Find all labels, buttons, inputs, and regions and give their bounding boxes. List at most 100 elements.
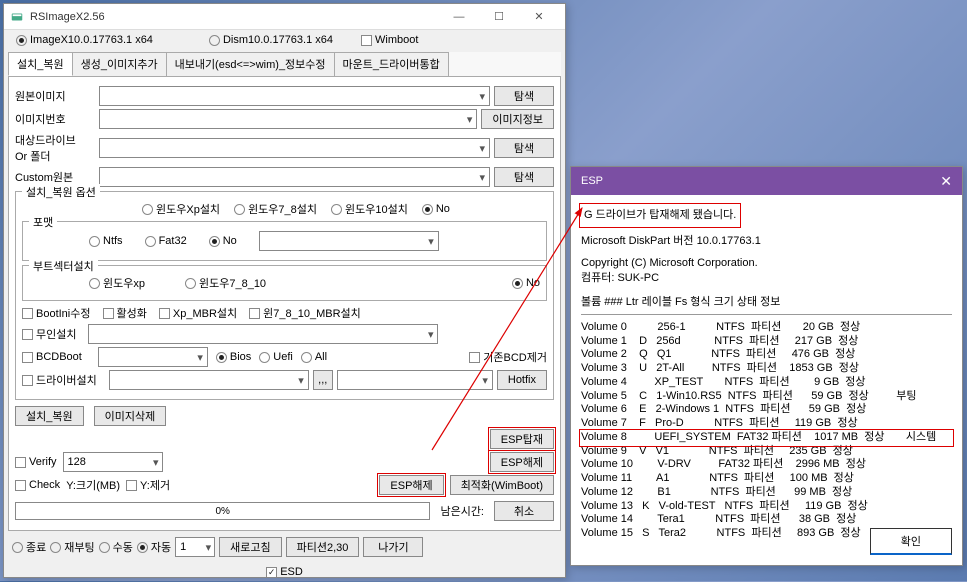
bcdboot-combo[interactable] <box>98 347 208 367</box>
install-btn[interactable]: 설치_복원 <box>15 406 84 426</box>
target-combo[interactable] <box>99 138 490 158</box>
auto-combo[interactable]: 1 <box>175 537 215 557</box>
tab-mount[interactable]: 마운트_드라이버통합 <box>334 52 449 76</box>
volume-row: Volume 4 XP_TEST NTFS 파티션 9 GB 정상 <box>581 376 952 390</box>
format-legend: 포맷 <box>29 214 57 230</box>
radio-bios[interactable]: Bios <box>216 351 251 363</box>
radio-manual[interactable]: 수동 <box>99 539 133 555</box>
tab-export[interactable]: 내보내기(esd<=>wim)_정보수정 <box>166 52 335 76</box>
espunmount-btn2[interactable]: ESP해제 <box>379 475 443 495</box>
radio-ntfs[interactable]: Ntfs <box>89 235 123 247</box>
volume-row: Volume 8 UEFI_SYSTEM FAT32 파티션 1017 MB 정… <box>581 431 952 445</box>
esp-body: G 드라이브가 탑재해제 됐습니다. Microsoft DiskPart 버전… <box>571 195 962 551</box>
close-button[interactable]: ✕ <box>519 4 559 30</box>
cb-activate[interactable]: 활성화 <box>103 305 147 321</box>
refresh-btn[interactable]: 새로고침 <box>219 537 281 557</box>
tab-body: 원본이미지 탐색 이미지번호 이미지정보 대상드라이브 Or 폴더 탐색 Cus… <box>8 77 561 531</box>
window-title: RSImageX2.56 <box>30 11 439 23</box>
volume-row: Volume 9 V V1 NTFS 파티션 235 GB 정상 <box>581 445 952 459</box>
partition-btn[interactable]: 파티션2,30 <box>286 537 360 557</box>
volume-row: Volume 7 F Pro-D NTFS 파티션 119 GB 정상 <box>581 417 952 431</box>
label-imgno: 이미지번호 <box>15 111 95 127</box>
copyright: Copyright (C) Microsoft Corporation. <box>581 256 952 271</box>
esp-close-button[interactable]: ✕ <box>940 173 952 190</box>
diskpart-version: Microsoft DiskPart 버전 10.0.17763.1 <box>581 234 952 249</box>
esp-titlebar: ESP ✕ <box>571 167 962 195</box>
cancel-btn[interactable]: 취소 <box>494 501 554 521</box>
optimize-btn[interactable]: 최적화(WimBoot) <box>450 475 554 495</box>
cb-bootini[interactable]: BootIni수정 <box>22 305 91 321</box>
cb-esd[interactable]: ESD <box>266 566 303 578</box>
cb-bcdremove[interactable]: 기존BCD제거 <box>469 349 547 365</box>
cb-yremove[interactable]: Y:제거 <box>126 477 170 493</box>
radio-auto[interactable]: 자동 <box>137 539 171 555</box>
bottom-row: 종료 재부팅 수동 자동 1 새로고침 파티션2,30 나가기 <box>4 535 565 563</box>
volume-row: Volume 11 A1 NTFS 파티션 100 MB 정상 <box>581 472 952 486</box>
espmount-btn[interactable]: ESP탑재 <box>490 429 554 449</box>
tab-install[interactable]: 설치_복원 <box>8 52 73 76</box>
computer: 컴퓨터: SUK-PC <box>581 271 952 286</box>
volume-row: Volume 13 K V-old-TEST NTFS 파티션 119 GB 정… <box>581 500 952 514</box>
custom-combo[interactable] <box>99 167 490 187</box>
ok-button[interactable]: 확인 <box>870 528 952 555</box>
src-browse[interactable]: 탐색 <box>494 86 554 106</box>
volume-row: Volume 6 E 2-Windows 1 NTFS 파티션 59 GB 정상 <box>581 403 952 417</box>
radio-bs-no[interactable]: No <box>512 277 540 289</box>
espunmount-btn[interactable]: ESP해제 <box>490 452 554 472</box>
options-legend: 설치_복원 옵션 <box>22 184 100 200</box>
tab-bar: 설치_복원 생성_이미지추가 내보내기(esd<=>wim)_정보수정 마운트_… <box>8 52 561 77</box>
cb-bcdboot[interactable]: BCDBoot <box>22 351 82 363</box>
imgdel-btn[interactable]: 이미지삭제 <box>94 406 167 426</box>
cb-noattend[interactable]: 무인설치 <box>22 326 76 342</box>
target-browse[interactable]: 탐색 <box>494 138 554 158</box>
driver-combo2[interactable] <box>337 370 493 390</box>
hotfix-btn[interactable]: Hotfix <box>497 370 547 390</box>
radio-uefi[interactable]: Uefi <box>259 351 293 363</box>
radio-format-no[interactable]: No <box>209 235 237 247</box>
label-target: 대상드라이브 Or 폴더 <box>15 132 95 164</box>
volume-row: Volume 12 B1 NTFS 파티션 99 MB 정상 <box>581 486 952 500</box>
exit-btn[interactable]: 나가기 <box>363 537 423 557</box>
cb-win78mbr[interactable]: 윈7_8_10_MBR설치 <box>249 305 361 321</box>
volume-table: Volume 0 256-1 NTFS 파티션 20 GB 정상Volume 1… <box>581 321 952 541</box>
radio-all[interactable]: All <box>301 351 327 363</box>
src-combo[interactable] <box>99 86 490 106</box>
cb-driver[interactable]: 드라이버설치 <box>22 372 97 388</box>
tab-create[interactable]: 생성_이미지추가 <box>72 52 167 76</box>
minimize-button[interactable]: — <box>439 4 479 30</box>
imagex-radio[interactable]: ImageX10.0.17763.1 x64 <box>16 34 153 46</box>
radio-win78[interactable]: 윈도우7_8설치 <box>234 201 317 217</box>
wimboot-checkbox[interactable]: Wimboot <box>361 34 418 46</box>
titlebar: RSImageX2.56 — ☐ ✕ <box>4 4 565 30</box>
format-combo[interactable] <box>259 231 439 251</box>
radio-install-no[interactable]: No <box>422 203 450 215</box>
volume-row: Volume 2 Q Q1 NTFS 파티션 476 GB 정상 <box>581 348 952 362</box>
main-window: RSImageX2.56 — ☐ ✕ ImageX10.0.17763.1 x6… <box>3 3 566 578</box>
verify-combo[interactable]: 128 <box>63 452 163 472</box>
radio-bs78[interactable]: 윈도우7_8_10 <box>185 275 266 291</box>
bootsector-legend: 부트섹터설치 <box>29 258 98 274</box>
driver-browse[interactable]: ,,, <box>313 370 333 390</box>
cb-check[interactable]: Check <box>15 479 60 491</box>
dism-radio[interactable]: Dism10.0.17763.1 x64 <box>209 34 333 46</box>
maximize-button[interactable]: ☐ <box>479 4 519 30</box>
imginfo-btn[interactable]: 이미지정보 <box>481 109 554 129</box>
cb-xpmbr[interactable]: Xp_MBR설치 <box>159 305 237 321</box>
imgno-combo[interactable] <box>99 109 477 129</box>
cb-verify[interactable]: Verify <box>15 456 57 468</box>
radio-bsxp[interactable]: 윈도우xp <box>89 275 145 291</box>
custom-browse[interactable]: 탐색 <box>494 167 554 187</box>
radio-fat32[interactable]: Fat32 <box>145 235 187 247</box>
radio-winxp[interactable]: 윈도우Xp설치 <box>142 201 220 217</box>
options-fieldset: 설치_복원 옵션 윈도우Xp설치 윈도우7_8설치 윈도우10설치 No 포맷 … <box>15 191 554 400</box>
radio-win10[interactable]: 윈도우10설치 <box>331 201 408 217</box>
volume-row: Volume 5 C 1-Win10.RS5 NTFS 파티션 59 GB 정상… <box>581 390 952 404</box>
esp-window: ESP ✕ G 드라이브가 탑재해제 됐습니다. Microsoft DiskP… <box>570 166 963 566</box>
app-icon <box>10 10 24 24</box>
noattend-combo[interactable] <box>88 324 438 344</box>
radio-shutdown[interactable]: 종료 <box>12 539 46 555</box>
esp-message: G 드라이브가 탑재해제 됐습니다. <box>581 205 739 226</box>
driver-combo[interactable] <box>109 370 309 390</box>
vol-header: 볼륨 ### Ltr 레이블 Fs 형식 크기 상태 정보 <box>581 295 952 310</box>
radio-reboot[interactable]: 재부팅 <box>50 539 94 555</box>
